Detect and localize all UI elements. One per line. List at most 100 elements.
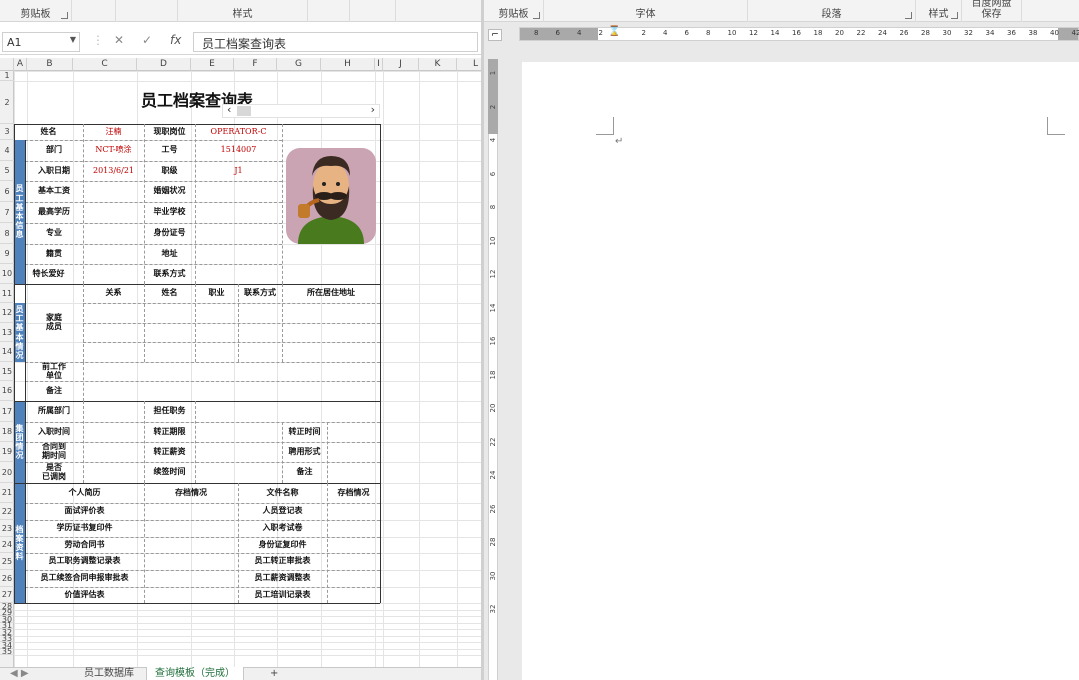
- row-header[interactable]: 2: [0, 81, 14, 124]
- indent-marker-icon[interactable]: ⌛: [608, 26, 620, 37]
- archive-item[interactable]: 劳动合同书: [25, 537, 144, 553]
- form-cell[interactable]: 职业: [195, 284, 238, 303]
- row-header[interactable]: 4: [0, 140, 14, 161]
- row-header[interactable]: 17: [0, 401, 14, 422]
- position-label[interactable]: 现职岗位: [144, 124, 195, 140]
- form-cell[interactable]: 个人简历: [25, 483, 144, 503]
- row-header[interactable]: 21: [0, 483, 14, 503]
- column-header[interactable]: D: [137, 58, 191, 71]
- tab-scroll-icon[interactable]: ◀ ▶: [2, 667, 37, 680]
- form-cell[interactable]: 专业: [25, 223, 83, 244]
- scroll-left-icon[interactable]: ‹: [227, 103, 231, 116]
- form-cell[interactable]: 所在居住地址: [282, 284, 380, 303]
- form-cell[interactable]: 是否 已调岗: [25, 462, 83, 483]
- form-cell[interactable]: 联系方式: [238, 284, 282, 303]
- form-cell[interactable]: 地址: [144, 244, 195, 264]
- row-header[interactable]: 25: [0, 553, 14, 570]
- name-label[interactable]: 姓名: [14, 124, 83, 140]
- row-header[interactable]: 8: [0, 223, 14, 244]
- level-value[interactable]: J1: [195, 161, 282, 181]
- form-cell[interactable]: 转正期限: [144, 422, 195, 442]
- name-box[interactable]: A1 ▼: [2, 32, 80, 52]
- column-header[interactable]: L: [457, 58, 481, 71]
- dept-value[interactable]: NCT-喷涂: [83, 140, 144, 161]
- column-header[interactable]: G: [277, 58, 321, 71]
- row-header[interactable]: 3: [0, 124, 14, 140]
- form-cell[interactable]: 所属部门: [25, 401, 83, 422]
- scroll-right-icon[interactable]: ›: [371, 103, 375, 116]
- row-header[interactable]: 35: [0, 648, 14, 656]
- family-label[interactable]: 家庭 成员: [25, 284, 83, 362]
- form-cell[interactable]: 婚姻状况: [144, 181, 195, 202]
- archive-item[interactable]: 入职考试卷: [238, 520, 327, 537]
- position-value[interactable]: OPERATOR-C: [195, 124, 282, 140]
- ribbon-group-save[interactable]: 百度网盘 保存: [962, 0, 1022, 22]
- cancel-icon[interactable]: ✕: [114, 33, 124, 47]
- row-header[interactable]: 12: [0, 303, 14, 323]
- id-value[interactable]: 1514007: [195, 140, 282, 161]
- hire-value[interactable]: 2013/6/21: [83, 161, 144, 181]
- tab-stop-selector-icon[interactable]: ⌐: [488, 29, 502, 41]
- row-header[interactable]: 6: [0, 181, 14, 202]
- column-header[interactable]: H: [321, 58, 375, 71]
- form-cell[interactable]: 前工作 单位: [25, 362, 83, 381]
- sheet-tab-query[interactable]: 查询模板（完成）: [146, 667, 244, 680]
- archive-item[interactable]: 学历证书复印件: [25, 520, 144, 537]
- form-cell[interactable]: 转正薪资: [144, 442, 195, 462]
- archive-item[interactable]: 员工续签合同申报审批表: [25, 570, 144, 587]
- document-page[interactable]: ↵: [522, 62, 1079, 680]
- row-header[interactable]: 22: [0, 503, 14, 520]
- column-header[interactable]: J: [383, 58, 419, 71]
- dialog-launcher-icon[interactable]: [951, 12, 958, 19]
- row-header[interactable]: 27: [0, 587, 14, 603]
- scroll-thumb[interactable]: [237, 106, 251, 116]
- row-header[interactable]: 20: [0, 462, 14, 483]
- row-header[interactable]: 11: [0, 284, 14, 303]
- dialog-launcher-icon[interactable]: [61, 12, 68, 19]
- ribbon-group-clipboard[interactable]: 剪贴板: [484, 0, 544, 22]
- ribbon-group-styles[interactable]: 样式: [916, 0, 962, 22]
- archive-item[interactable]: 身份证复印件: [238, 537, 327, 553]
- level-label[interactable]: 职级: [144, 161, 195, 181]
- row-header[interactable]: 24: [0, 537, 14, 553]
- confirm-icon[interactable]: ✓: [142, 33, 152, 47]
- form-cell[interactable]: 基本工资: [25, 181, 83, 202]
- row-header[interactable]: 16: [0, 381, 14, 401]
- add-sheet-icon[interactable]: +: [262, 667, 286, 680]
- select-all-corner[interactable]: [0, 58, 14, 71]
- row-header[interactable]: 19: [0, 442, 14, 462]
- paragraph-mark[interactable]: ↵: [615, 136, 623, 147]
- row-header[interactable]: 13: [0, 323, 14, 342]
- form-cell[interactable]: 籍贯: [25, 244, 83, 264]
- formula-input[interactable]: 员工档案查询表: [193, 32, 478, 52]
- form-cell[interactable]: 合同到 期时间: [25, 442, 83, 462]
- form-cell[interactable]: 续签时间: [144, 462, 195, 483]
- row-header[interactable]: 5: [0, 161, 14, 181]
- chevron-down-icon[interactable]: ▼: [70, 35, 76, 44]
- form-cell[interactable]: 联系方式: [144, 264, 195, 284]
- column-header[interactable]: C: [73, 58, 137, 71]
- form-cell[interactable]: 入职时间: [25, 422, 83, 442]
- column-header[interactable]: B: [27, 58, 73, 71]
- column-header[interactable]: A: [14, 58, 27, 71]
- row-header[interactable]: 1: [0, 71, 14, 81]
- form-cell[interactable]: 关系: [83, 284, 144, 303]
- row-header[interactable]: 18: [0, 422, 14, 442]
- horizontal-scrollbar[interactable]: ‹ ›: [222, 103, 380, 118]
- form-cell[interactable]: 担任职务: [144, 401, 195, 422]
- archive-item[interactable]: 面试评价表: [25, 503, 144, 520]
- archive-item[interactable]: 员工薪资调整表: [238, 570, 327, 587]
- form-cell[interactable]: 毕业学校: [144, 202, 195, 223]
- ribbon-group-font[interactable]: 字体: [544, 0, 748, 22]
- dialog-launcher-icon[interactable]: [905, 12, 912, 19]
- column-header[interactable]: K: [419, 58, 457, 71]
- name-value[interactable]: 汪楠: [83, 124, 144, 140]
- form-cell[interactable]: 存档情况: [327, 483, 380, 503]
- form-cell[interactable]: 身份证号: [144, 223, 195, 244]
- hire-label[interactable]: 入职日期: [25, 161, 83, 181]
- row-header[interactable]: 9: [0, 244, 14, 264]
- insert-function-icon[interactable]: fx: [170, 33, 181, 47]
- form-cell[interactable]: 备注: [282, 462, 327, 483]
- row-header[interactable]: 26: [0, 570, 14, 587]
- sheet-tab-database[interactable]: 员工数据库: [76, 667, 142, 680]
